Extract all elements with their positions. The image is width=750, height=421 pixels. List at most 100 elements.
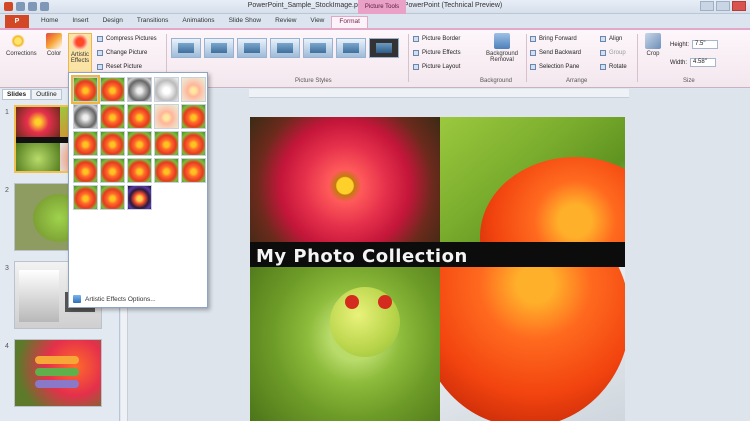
frog-photo[interactable] xyxy=(250,267,440,421)
orange-flower-photo-bottom[interactable] xyxy=(440,267,625,421)
artistic-effect-pencil-sketch[interactable] xyxy=(154,77,179,102)
artistic-effect-cutout[interactable] xyxy=(73,185,98,210)
orange-flower-photo-top[interactable] xyxy=(440,117,625,242)
artistic-effect-texturizer[interactable] xyxy=(100,158,125,183)
artistic-effect-photocopy[interactable] xyxy=(100,185,125,210)
panel-tabs: Slides Outline xyxy=(2,89,62,100)
selection-pane-button[interactable]: Selection Pane xyxy=(530,64,579,70)
color-button[interactable]: Color xyxy=(42,33,66,57)
picture-layout-button[interactable]: Picture Layout xyxy=(413,64,460,70)
tab-slide-show[interactable]: Slide Show xyxy=(222,16,269,28)
reset-picture-button[interactable]: Reset Picture xyxy=(97,64,142,70)
slide-number: 3 xyxy=(5,265,9,272)
slide-number: 2 xyxy=(5,187,9,194)
tab-view[interactable]: View xyxy=(303,16,331,28)
background-removal-button[interactable]: Background Removal xyxy=(482,33,522,63)
title-band: My Photo Collection xyxy=(250,242,625,267)
align-icon xyxy=(600,36,606,42)
picture-style-6[interactable] xyxy=(336,38,366,58)
tab-transitions[interactable]: Transitions xyxy=(130,16,176,28)
tab-review[interactable]: Review xyxy=(268,16,303,28)
artistic-effect-none[interactable] xyxy=(71,75,100,104)
artistic-effect-cement[interactable] xyxy=(73,158,98,183)
artistic-effect-glass[interactable] xyxy=(181,131,206,156)
crop-icon xyxy=(645,33,661,49)
picture-effects-button[interactable]: Picture Effects xyxy=(413,50,461,56)
title-bar: PowerPoint_Sample_StockImage.pptx - Micr… xyxy=(0,0,750,14)
bring-forward-button[interactable]: Bring Forward xyxy=(530,36,577,42)
change-picture-icon xyxy=(97,50,103,56)
artistic-effect-plastic-wrap[interactable] xyxy=(181,158,206,183)
group-separator xyxy=(526,34,527,82)
artistic-effect-pencil-grayscale[interactable] xyxy=(127,77,152,102)
tab-outline[interactable]: Outline xyxy=(31,89,62,100)
artistic-effect-line-drawing[interactable] xyxy=(181,77,206,102)
artistic-effects-button[interactable]: Artistic Effects xyxy=(68,33,92,73)
rotate-icon xyxy=(600,64,606,70)
artistic-effect-pastels-smooth[interactable] xyxy=(154,158,179,183)
slide-title[interactable]: My Photo Collection xyxy=(256,246,468,267)
artistic-effect-paint-strokes[interactable] xyxy=(100,104,125,129)
ribbon-tab-bar: P Home Insert Design Transitions Animati… xyxy=(0,14,750,28)
compress-pictures-button[interactable]: Compress Pictures xyxy=(97,36,157,42)
artistic-effect-paint-brush[interactable] xyxy=(127,104,152,129)
tab-format[interactable]: Format xyxy=(331,16,368,28)
border-label: Picture Border xyxy=(422,36,461,42)
picture-style-4[interactable] xyxy=(270,38,300,58)
file-tab[interactable]: P xyxy=(5,15,29,28)
artistic-effects-options-label: Artistic Effects Options... xyxy=(85,295,156,303)
artistic-effects-options[interactable]: Artistic Effects Options... xyxy=(73,295,156,303)
current-slide[interactable]: My Photo Collection xyxy=(250,117,625,421)
tab-animations[interactable]: Animations xyxy=(175,16,221,28)
artistic-effects-label: Artistic Effects xyxy=(70,52,90,64)
picture-style-7[interactable] xyxy=(369,38,399,58)
corrections-label: Corrections xyxy=(6,51,37,57)
rotate-button[interactable]: Rotate xyxy=(600,64,627,70)
group-button[interactable]: Group xyxy=(600,50,626,56)
artistic-effect-light-screen[interactable] xyxy=(73,131,98,156)
send-backward-button[interactable]: Send Backward xyxy=(530,50,581,56)
artistic-effect-watercolor-sponge[interactable] xyxy=(100,131,125,156)
picture-styles-group-label: Picture Styles xyxy=(295,78,332,84)
tab-home[interactable]: Home xyxy=(34,16,65,28)
height-label: Height: xyxy=(670,41,690,48)
size-group-label: Size xyxy=(683,78,695,84)
picture-effects-icon xyxy=(413,50,419,56)
artistic-effect-marker[interactable] xyxy=(100,77,125,102)
color-icon xyxy=(46,33,62,49)
corrections-button[interactable]: Corrections xyxy=(6,33,37,57)
artistic-effect-crisscross-etching[interactable] xyxy=(127,158,152,183)
align-button[interactable]: Align xyxy=(600,36,622,42)
slide-canvas: My Photo Collection xyxy=(121,89,750,421)
crop-button[interactable]: Crop xyxy=(641,33,665,57)
tab-design[interactable]: Design xyxy=(96,16,130,28)
change-picture-button[interactable]: Change Picture xyxy=(97,50,147,56)
artistic-effect-blur[interactable] xyxy=(181,104,206,129)
crop-label: Crop xyxy=(646,51,660,57)
height-input[interactable]: 7.5" xyxy=(692,40,719,49)
picture-style-5[interactable] xyxy=(303,38,333,58)
slide-number: 1 xyxy=(5,109,9,116)
tab-insert[interactable]: Insert xyxy=(65,16,95,28)
red-dahlia-photo[interactable] xyxy=(250,117,440,242)
picture-style-1[interactable] xyxy=(171,38,201,58)
options-icon xyxy=(73,295,81,303)
artistic-effect-chalk-sketch[interactable] xyxy=(73,104,98,129)
send-backward-icon xyxy=(530,50,536,56)
artistic-effect-mosaic-bubbles[interactable] xyxy=(154,131,179,156)
artistic-effect-glow-diffused[interactable] xyxy=(154,104,179,129)
close-button[interactable] xyxy=(732,1,746,11)
maximize-button[interactable] xyxy=(716,1,730,11)
picture-border-button[interactable]: Picture Border xyxy=(413,36,460,42)
arrange-group-label: Arrange xyxy=(566,78,588,84)
width-input[interactable]: 4.58" xyxy=(690,58,717,67)
height-control: Height: 7.5" xyxy=(670,40,719,49)
picture-style-2[interactable] xyxy=(204,38,234,58)
ribbon-tabs: Home Insert Design Transitions Animation… xyxy=(34,16,368,28)
tab-slides[interactable]: Slides xyxy=(2,89,32,100)
artistic-effect-film-grain[interactable] xyxy=(127,131,152,156)
picture-style-3[interactable] xyxy=(237,38,267,58)
slide-thumbnail-4[interactable] xyxy=(14,339,102,407)
minimize-button[interactable] xyxy=(700,1,714,11)
artistic-effect-glow-edges[interactable] xyxy=(127,185,152,210)
